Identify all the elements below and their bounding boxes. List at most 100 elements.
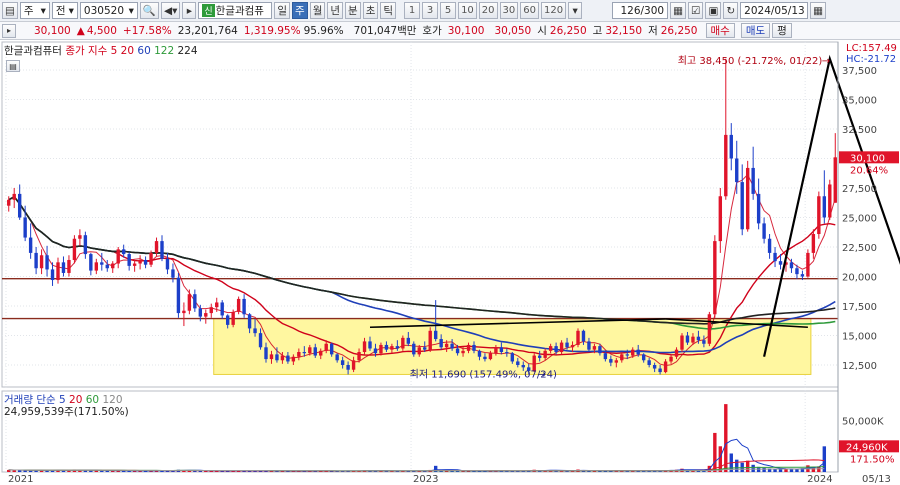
period-day[interactable]: 일: [274, 2, 291, 19]
candle-body: [658, 368, 662, 373]
candle-body: [313, 347, 317, 356]
candle-body: [417, 347, 421, 355]
period-tick[interactable]: 틱: [380, 2, 397, 19]
candle-body: [187, 294, 192, 311]
minute-120[interactable]: 120: [541, 2, 567, 19]
settings-icon[interactable]: ▤: [6, 60, 20, 72]
price-tick-label: 35,000: [842, 96, 877, 107]
stock-chart[interactable]: 37,50035,00032,50030,00027,50025,00022,5…: [0, 40, 900, 485]
candle-body: [641, 354, 646, 361]
candle-body: [543, 350, 547, 358]
market-select[interactable]: 전 ▾: [51, 2, 78, 19]
ma-20-label: 20: [120, 45, 135, 57]
candle-body: [477, 350, 482, 357]
buy-button[interactable]: 매수: [705, 23, 735, 38]
calendar-icon[interactable]: ▦: [810, 2, 827, 19]
minute-30[interactable]: 30: [499, 2, 519, 19]
minute-1[interactable]: 1: [404, 2, 421, 19]
candle-body: [198, 308, 203, 317]
grid-icon[interactable]: ▦: [670, 2, 687, 19]
candle-body: [685, 335, 690, 343]
candle-body: [548, 346, 553, 351]
period-week[interactable]: 주: [292, 2, 308, 19]
candle-body: [592, 346, 597, 350]
candle-body: [707, 314, 712, 344]
chart-menu-icon[interactable]: ▤: [2, 2, 18, 19]
date-input[interactable]: 2024/05/13: [740, 2, 809, 19]
candle-body: [406, 337, 411, 344]
stock-name-field[interactable]: 신 한글과컴퓨: [198, 2, 273, 19]
search-icon[interactable]: 🔍: [139, 2, 159, 19]
candle-body: [614, 360, 619, 363]
candle-body: [72, 238, 77, 260]
candle-body: [12, 193, 16, 200]
volume-ratio: 1,319.95%: [243, 24, 301, 37]
candle-body: [105, 264, 109, 269]
save-icon[interactable]: ▣: [705, 2, 722, 19]
candle-body: [269, 354, 274, 360]
bid-price: 30,050: [494, 24, 532, 37]
candle-body: [50, 269, 55, 281]
candle-body: [735, 158, 739, 183]
play-icon[interactable]: ▸: [182, 2, 197, 19]
candle-body: [718, 196, 723, 242]
candle-body: [521, 365, 525, 368]
high-price: 32,150: [605, 24, 643, 37]
code-input[interactable]: 030520 ▾: [79, 2, 138, 19]
refresh-icon[interactable]: ↻: [723, 2, 739, 19]
candle-body: [176, 277, 181, 314]
candle-body: [450, 343, 454, 349]
minute-5[interactable]: 5: [440, 2, 457, 19]
custom-period-button[interactable]: ▾: [568, 2, 583, 19]
candle-body: [335, 354, 339, 361]
candle-body: [215, 302, 219, 308]
open-label: 시: [537, 25, 547, 37]
minute-3[interactable]: 3: [422, 2, 439, 19]
up-arrow-icon: ▲: [76, 24, 85, 37]
price-tick-label: 12,500: [842, 361, 877, 372]
candle-body: [767, 238, 772, 253]
candle-body: [789, 262, 794, 269]
period-second[interactable]: 초: [362, 2, 379, 19]
minute-60[interactable]: 60: [520, 2, 539, 19]
period-month[interactable]: 월: [309, 2, 326, 19]
volume-tag: 24,960K: [846, 442, 888, 453]
price-tick-label: 17,500: [842, 302, 877, 313]
minute-10[interactable]: 10: [458, 2, 477, 19]
candle-body: [165, 258, 170, 270]
expand-icon[interactable]: ▸: [2, 23, 16, 38]
chart-toolbar: ▤ 주 ▾ 전 ▾ 030520 ▾ 🔍 ◀▾ ▸ 신 한글과컴퓨 일 주 월 년 분 …: [0, 0, 900, 22]
speaker-icon[interactable]: ◀▾: [161, 2, 181, 19]
volume-bar: [735, 459, 739, 472]
stock-legend-name: 한글과컴퓨터: [4, 45, 62, 57]
candle-body: [745, 167, 750, 230]
candle-body: [143, 259, 148, 265]
minute-20[interactable]: 20: [478, 2, 498, 19]
checkbox-icon[interactable]: ☑: [688, 2, 704, 19]
eval-button[interactable]: 평: [772, 23, 792, 38]
candle-body: [444, 343, 449, 348]
candle-body: [603, 353, 608, 360]
candle-body: [390, 346, 394, 350]
candle-body: [696, 336, 701, 341]
count-input[interactable]: 126/300: [612, 2, 669, 19]
chart-area[interactable]: 37,50035,00032,50030,00027,50025,00022,5…: [0, 40, 900, 485]
type-select[interactable]: 주 ▾: [19, 2, 50, 19]
period-year[interactable]: 년: [327, 2, 344, 19]
period-minute[interactable]: 분: [345, 2, 361, 19]
sell-button[interactable]: 매도: [740, 23, 771, 38]
candle-body: [362, 341, 367, 353]
current-price: 30,100: [34, 24, 71, 37]
ma-122-label: 122: [154, 45, 175, 57]
candle-body: [817, 196, 821, 235]
time-axis-label: 05/13: [862, 474, 891, 485]
ma-224-label: 224: [177, 45, 198, 57]
candle-body: [17, 193, 22, 218]
low-arrow: →: [538, 370, 546, 381]
candle-body: [220, 302, 224, 316]
volume-bar: [745, 460, 750, 472]
candle-body: [724, 134, 728, 197]
candle-body: [379, 344, 383, 354]
candle-body: [121, 249, 126, 255]
candle-body: [505, 352, 509, 354]
